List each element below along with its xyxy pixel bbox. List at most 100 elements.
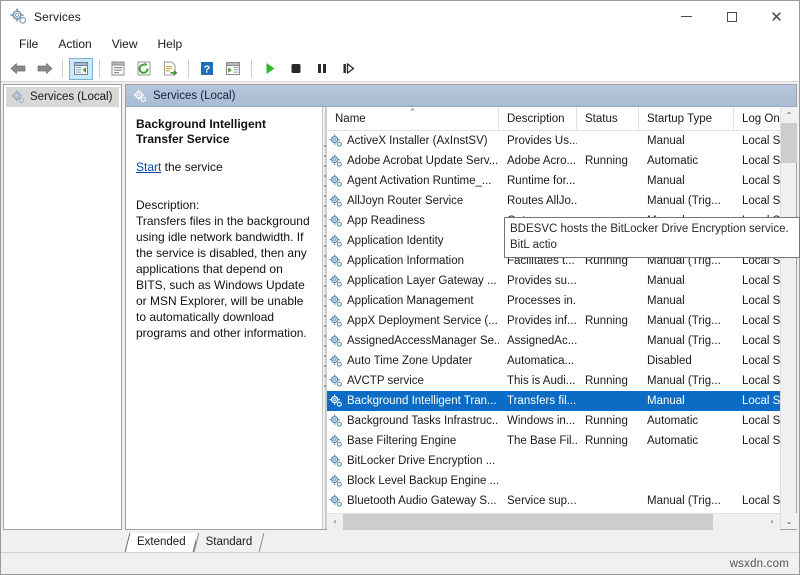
toolbar-separator xyxy=(62,60,63,78)
service-gear-icon xyxy=(329,394,343,408)
tree-item-services-local[interactable]: Services (Local) xyxy=(6,87,119,107)
show-hide-console-tree-button[interactable] xyxy=(69,58,93,80)
show-action-pane-button[interactable] xyxy=(221,58,245,80)
service-name-label: AllJoyn Router Service xyxy=(347,191,463,211)
restart-service-button[interactable] xyxy=(336,58,360,80)
table-row[interactable]: AllJoyn Router ServiceRoutes AllJo...Man… xyxy=(327,191,780,211)
scroll-left-arrow[interactable]: ‹ xyxy=(327,514,343,530)
cell-name: Auto Time Zone Updater xyxy=(327,351,499,371)
table-row[interactable]: ActiveX Installer (AxInstSV)Provides Us.… xyxy=(327,131,780,151)
start-service-button[interactable] xyxy=(258,58,282,80)
table-row[interactable]: Agent Activation Runtime_...Runtime for.… xyxy=(327,171,780,191)
cell-status: Running xyxy=(577,411,639,431)
stop-service-button[interactable] xyxy=(284,58,308,80)
cell-description: Provides su... xyxy=(499,271,577,291)
column-header-status[interactable]: Status xyxy=(577,107,639,130)
cell-log-on-as: Local Sy xyxy=(734,311,780,331)
cell-startup-type: Automatic xyxy=(639,151,734,171)
cell-startup-type xyxy=(639,451,734,471)
service-description-text: Transfers files in the background using … xyxy=(136,213,315,341)
list-rows: ActiveX Installer (AxInstSV)Provides Us.… xyxy=(327,131,780,513)
list-column-headers: Name ⌃ Description Status Startup Type L… xyxy=(327,107,780,131)
service-gear-icon xyxy=(329,234,343,248)
scroll-down-arrow[interactable]: ⌄ xyxy=(781,513,797,529)
service-name-label: Background Intelligent Tran... xyxy=(347,391,497,411)
vertical-scroll-thumb[interactable] xyxy=(781,123,797,163)
cell-status: Running xyxy=(577,431,639,451)
service-name-label: Block Level Backup Engine ... xyxy=(347,471,499,491)
refresh-button[interactable] xyxy=(132,58,156,80)
service-gear-icon xyxy=(329,134,343,148)
table-row[interactable]: Application ManagementProcesses in...Man… xyxy=(327,291,780,311)
horizontal-scrollbar[interactable]: ‹ › xyxy=(327,513,780,529)
cell-name: Adobe Acrobat Update Serv... xyxy=(327,151,499,171)
cell-log-on-as: Local Se xyxy=(734,271,780,291)
cell-description: This is Audi... xyxy=(499,371,577,391)
column-header-description[interactable]: Description xyxy=(499,107,577,130)
export-list-button[interactable] xyxy=(158,58,182,80)
vertical-scrollbar[interactable]: ⌃ ⌄ xyxy=(780,107,796,529)
cell-status xyxy=(577,331,639,351)
cell-log-on-as: Local Se xyxy=(734,491,780,511)
properties-icon xyxy=(110,61,126,76)
table-row[interactable]: Application Layer Gateway ...Provides su… xyxy=(327,271,780,291)
cell-name: Application Management xyxy=(327,291,499,311)
table-row[interactable]: BitLocker Drive Encryption ... xyxy=(327,451,780,471)
tab-extended[interactable]: Extended xyxy=(127,533,196,552)
export-list-icon xyxy=(162,61,178,76)
back-button[interactable] xyxy=(6,58,30,80)
start-service-link[interactable]: Start xyxy=(136,160,161,174)
service-gear-icon xyxy=(329,254,343,268)
service-gear-icon xyxy=(329,174,343,188)
column-header-startup-type[interactable]: Startup Type xyxy=(639,107,734,130)
cell-log-on-as: Local Sy xyxy=(734,411,780,431)
scroll-up-arrow[interactable]: ⌃ xyxy=(781,107,797,123)
cell-log-on-as: Local Se xyxy=(734,431,780,451)
maximize-button[interactable] xyxy=(709,1,754,32)
svg-text:?: ? xyxy=(204,64,210,76)
table-row[interactable]: AVCTP serviceThis is Audi...RunningManua… xyxy=(327,371,780,391)
cell-log-on-as: Local Sy xyxy=(734,291,780,311)
cell-startup-type: Manual xyxy=(639,171,734,191)
menu-action[interactable]: Action xyxy=(48,34,101,54)
table-row[interactable]: Background Tasks Infrastruc...Windows in… xyxy=(327,411,780,431)
menu-help[interactable]: Help xyxy=(148,34,193,54)
table-row[interactable]: Base Filtering EngineThe Base Fil...Runn… xyxy=(327,431,780,451)
action-pane-icon xyxy=(225,61,241,76)
horizontal-scroll-track[interactable] xyxy=(343,514,764,530)
cell-description: Processes in... xyxy=(499,291,577,311)
service-name-label: Application Management xyxy=(347,291,474,311)
table-row[interactable]: Background Intelligent Tran...Transfers … xyxy=(327,391,780,411)
service-gear-icon xyxy=(329,194,343,208)
title-bar-left: Services xyxy=(1,8,81,25)
table-row[interactable]: AssignedAccessManager Se...AssignedAc...… xyxy=(327,331,780,351)
service-gear-icon xyxy=(329,454,343,468)
vertical-scroll-track[interactable] xyxy=(781,123,796,513)
minimize-button[interactable] xyxy=(664,1,709,32)
cell-name: AVCTP service xyxy=(327,371,499,391)
restart-icon xyxy=(340,61,356,76)
table-row[interactable]: Bluetooth Audio Gateway S...Service sup.… xyxy=(327,491,780,511)
toolbar-separator xyxy=(188,60,189,78)
cell-name: Application Information xyxy=(327,251,499,271)
pause-service-button[interactable] xyxy=(310,58,334,80)
properties-button[interactable] xyxy=(106,58,130,80)
table-row[interactable]: Block Level Backup Engine ... xyxy=(327,471,780,491)
horizontal-scroll-thumb[interactable] xyxy=(343,514,713,530)
cell-status xyxy=(577,271,639,291)
table-row[interactable]: Auto Time Zone UpdaterAutomatica...Disab… xyxy=(327,351,780,371)
close-button[interactable]: ✕ xyxy=(754,1,799,32)
cell-status xyxy=(577,471,639,491)
menu-file[interactable]: File xyxy=(9,34,48,54)
forward-button[interactable] xyxy=(32,58,56,80)
column-header-name[interactable]: Name ⌃ xyxy=(327,107,499,130)
table-row[interactable]: AppX Deployment Service (...Provides inf… xyxy=(327,311,780,331)
menu-view[interactable]: View xyxy=(102,34,148,54)
scroll-right-arrow[interactable]: › xyxy=(764,514,780,530)
service-start-action: Start the service xyxy=(136,160,315,175)
service-name-label: Auto Time Zone Updater xyxy=(347,351,472,371)
table-row[interactable]: Adobe Acrobat Update Serv...Adobe Acro..… xyxy=(327,151,780,171)
help-button[interactable]: ? xyxy=(195,58,219,80)
service-name-label: AVCTP service xyxy=(347,371,424,391)
tab-standard[interactable]: Standard xyxy=(196,533,263,552)
